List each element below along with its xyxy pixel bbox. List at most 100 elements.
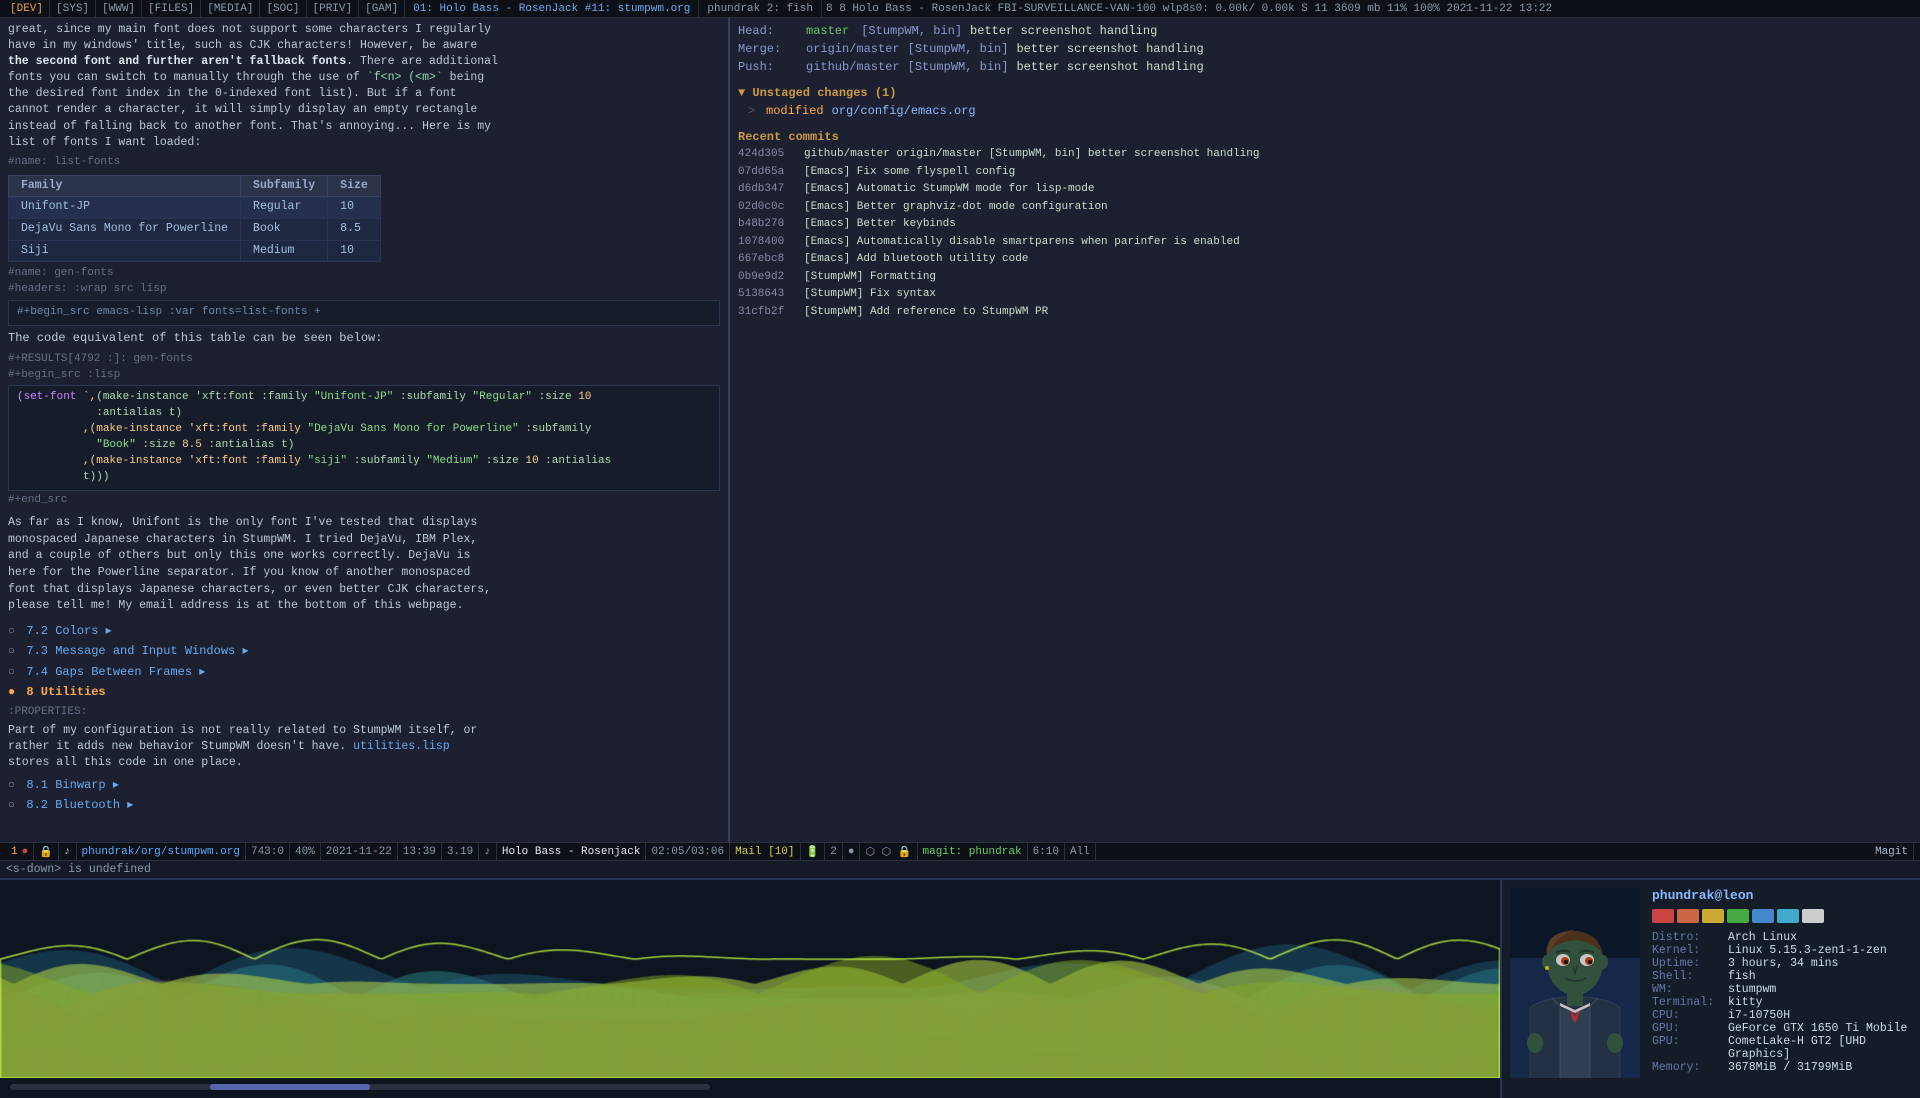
color-swatch [1802,909,1824,923]
properties-label: :PROPERTIES: [8,705,720,721]
commit-row: 5138643[StumpWM] Fix syntax [738,286,1912,303]
info-value: 3678MiB / 31799MiB [1728,1061,1852,1074]
commit-row: 02d0c0c[Emacs] Better graphviz-dot mode … [738,199,1912,216]
sections-list: ○ 7.2 Colors ▸ ○ 7.3 Message and Input W… [8,621,720,703]
color-swatch [1652,909,1674,923]
info-row: Memory:3678MiB / 31799MiB [1652,1061,1912,1074]
info-row: Uptime:3 hours, 34 mins [1652,957,1912,970]
commit-row: 0b9e9d2[StumpWM] Formatting [738,269,1912,286]
info-label: Distro: [1652,931,1724,944]
info-value: i7-10750H [1728,1009,1790,1022]
tag-soc[interactable]: [SOC] [260,0,306,17]
sb-now-playing: Holo Bass - Rosenjack [497,843,647,860]
magit-content: Head: master [StumpWM, bin] better scree… [730,18,1920,842]
recent-commits-header[interactable]: Recent commits [738,128,1912,146]
commit-row: 07dd65a[Emacs] Fix some flyspell config [738,164,1912,181]
sb-percent: 40% [290,843,321,860]
vis-scrollbar[interactable] [10,1084,710,1090]
emacs-buffer[interactable]: great, since my main font does not suppo… [0,18,730,842]
tag-sys[interactable]: [SYS] [50,0,96,17]
topbar: [DEV] [SYS] [WWW] [FILES] [MEDIA] [SOC] … [0,0,1920,18]
sb-version: 3.19 [442,843,479,860]
color-swatch [1752,909,1774,923]
font-table: Family Subfamily Size Unifont-JP Regular… [8,175,381,263]
sb-music-icon: ♪ [59,843,77,860]
avatar-svg [1510,888,1640,1078]
info-value: stumpwm [1728,983,1776,996]
info-label: GPU: [1652,1035,1724,1061]
tag-www[interactable]: [WWW] [96,0,142,17]
utilities-desc: Part of my configuration is not really r… [8,723,720,771]
username-label: phundrak@leon [1652,888,1912,903]
info-row: CPU: i7-10750H [1652,1009,1912,1022]
unifont-note: As far as I know, Unifont is the only fo… [8,515,720,615]
sb-lock-icon: 🔒 [34,843,59,860]
table-row: Unifont-JP Regular 10 [9,197,381,219]
magit-merge-row: Merge: origin/master [StumpWM, bin] bett… [738,40,1912,58]
info-label: GPU: [1652,1022,1724,1035]
tag-files[interactable]: [FILES] [142,0,201,17]
color-swatch [1702,909,1724,923]
info-label: WM: [1652,983,1724,996]
visualizer-canvas [0,880,1500,1078]
info-value: GeForce GTX 1650 Ti Mobile [1728,1022,1907,1035]
commit-row: b48b270[Emacs] Better keybinds [738,216,1912,233]
active-window-title2[interactable]: phundrak 2: fish [699,0,822,17]
vis-scrollbar-thumb[interactable] [210,1084,370,1090]
list-item[interactable]: ○ 8.2 Bluetooth ▸ [8,795,720,815]
table-row: Siji Medium 10 [9,240,381,262]
headers-code: #headers: :wrap src lisp [8,282,720,298]
color-swatch [1777,909,1799,923]
info-label: Uptime: [1652,957,1724,970]
sub-sections: ○ 8.1 Binwarp ▸ ○ 8.2 Bluetooth ▸ [8,775,720,816]
sb-note: ♪ [479,843,497,860]
commit-row: 667ebc8[Emacs] Add bluetooth utility cod… [738,251,1912,268]
sb-workspace: 1 ● [6,843,34,860]
sb-dot: ● [843,843,861,860]
magit-push-row: Push: github/master [StumpWM, bin] bette… [738,58,1912,76]
list-item[interactable]: ○ 7.2 Colors ▸ [8,621,720,641]
col-size: Size [328,175,381,197]
sb-mode: All [1065,843,1096,860]
avatar [1510,888,1640,1078]
info-label: CPU: [1652,1009,1724,1022]
sb-icons: ⬡ ⬡ 🔒 [860,843,917,860]
topbar-right: 8 8 Holo Bass - RosenJack FBI-SURVEILLAN… [822,3,1556,15]
info-value: Arch Linux [1728,931,1797,944]
list-item[interactable]: ○ 8.1 Binwarp ▸ [8,775,720,795]
sb-position: 743:0 [246,843,290,860]
commit-row: d6db347[Emacs] Automatic StumpWM mode fo… [738,181,1912,198]
info-rows: Distro: Arch LinuxKernel:Linux 5.15.3-zen… [1652,931,1912,1074]
tag-priv[interactable]: [PRIV] [307,0,360,17]
modified-file-row: > modified org/config/emacs.org [748,102,1912,120]
statusbar: 1 ● 🔒 ♪ phundrak/org/stumpwm.org 743:0 4… [0,842,1920,860]
tag-dev[interactable]: [DEV] [4,0,50,17]
sb-mail: Mail [10] [730,843,800,860]
info-row: Shell:fish [1652,970,1912,983]
info-value: kitty [1728,996,1763,1009]
magit-buffer[interactable]: Head: master [StumpWM, bin] better scree… [730,18,1920,842]
color-swatch [1677,909,1699,923]
active-window-title[interactable]: 01: Holo Bass - RosenJack #11: stumpwm.o… [405,0,699,17]
list-item[interactable]: ○ 7.4 Gaps Between Frames ▸ [8,662,720,682]
sb-time: 13:39 [398,843,442,860]
list-item-active[interactable]: ● 8 Utilities [8,682,720,702]
info-value: CometLake-H GT2 [UHD Graphics] [1728,1035,1912,1061]
table-equiv-text: The code equivalent of this table can be… [8,330,720,347]
info-row: Kernel:Linux 5.15.3-zen1-1-zen [1652,944,1912,957]
sb-filepath: phundrak/org/stumpwm.org [77,843,246,860]
main-area: great, since my main font does not suppo… [0,18,1920,842]
list-item[interactable]: ○ 7.3 Message and Input Windows ▸ [8,641,720,661]
results-line: #+RESULTS[4792 :]: gen-fonts [8,352,720,368]
info-row: GPU: GeForce GTX 1650 Ti Mobile [1652,1022,1912,1035]
echo-area: <s-down> is undefined [0,860,1920,878]
bottom-section: phundrak@leon Distro: Arch LinuxKernel:Li… [0,878,1920,1098]
info-row: GPU:CometLake-H GT2 [UHD Graphics] [1652,1035,1912,1061]
editor-content: great, since my main font does not suppo… [0,18,728,842]
sb-date: 2021-11-22 [321,843,398,860]
unstaged-header[interactable]: ▼ Unstaged changes (1) [738,84,1912,102]
tag-gam[interactable]: [GAM] [359,0,405,17]
tag-media[interactable]: [MEDIA] [201,0,260,17]
system-info: phundrak@leon Distro: Arch LinuxKernel:Li… [1652,888,1912,1090]
sb-num3: 2 [825,843,843,860]
